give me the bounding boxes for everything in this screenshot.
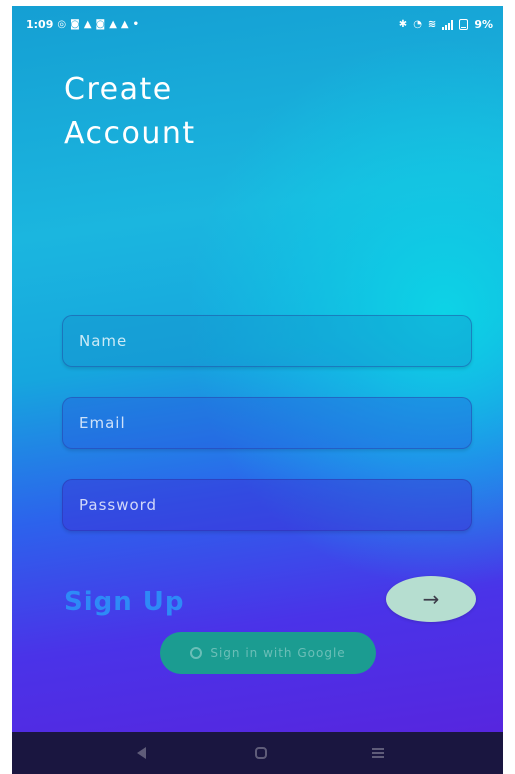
- submit-arrow-button[interactable]: →: [386, 576, 476, 622]
- google-icon: [190, 647, 203, 659]
- system-nav-bar: [12, 732, 503, 774]
- status-time: 1:09: [26, 18, 54, 31]
- instagram-icon: ◙: [95, 18, 106, 30]
- sign-up-label: Sign Up: [64, 587, 185, 617]
- notification-bell-icon: ▲: [120, 18, 129, 30]
- instagram-icon: ◙: [70, 18, 80, 30]
- menu-icon[interactable]: [372, 748, 384, 760]
- page-title: Create Account: [64, 68, 364, 156]
- title-line-2: Account: [64, 116, 196, 151]
- bluetooth-icon: ✱: [398, 18, 408, 30]
- email-field[interactable]: Email: [62, 397, 472, 449]
- status-bar: 1:09 ◎ ◙ ▲ ◙ ▲ ▲ • ✱ ◔ ≋ 9%: [12, 6, 503, 46]
- dot-icon: •: [132, 18, 140, 30]
- back-icon[interactable]: [137, 747, 146, 759]
- wifi-icon: ◔: [413, 18, 422, 30]
- email-placeholder: Email: [79, 414, 126, 432]
- signal-icon: [442, 19, 454, 30]
- password-placeholder: Password: [79, 496, 158, 514]
- notification-bell-icon: ▲: [109, 18, 117, 30]
- status-left: 1:09 ◎ ◙ ▲ ◙ ▲ ▲ •: [26, 18, 139, 31]
- home-icon[interactable]: [255, 747, 267, 759]
- status-right: ✱ ◔ ≋ 9%: [399, 18, 493, 31]
- google-sign-in-button[interactable]: Sign in with Google: [160, 632, 376, 674]
- battery-icon: [459, 19, 469, 30]
- arrow-right-icon: →: [422, 587, 440, 611]
- password-field[interactable]: Password: [62, 479, 472, 531]
- battery-percent: 9%: [474, 18, 493, 31]
- app-screen: 1:09 ◎ ◙ ▲ ◙ ▲ ▲ • ✱ ◔ ≋ 9% Create Accou…: [12, 6, 503, 774]
- notification-bell-icon: ▲: [83, 18, 92, 30]
- google-button-label: Sign in with Google: [210, 646, 346, 660]
- name-field[interactable]: Name: [62, 315, 472, 367]
- name-placeholder: Name: [79, 332, 128, 350]
- volte-icon: ≋: [427, 18, 437, 30]
- whatsapp-icon: ◎: [57, 18, 67, 30]
- title-line-1: Create: [64, 72, 173, 107]
